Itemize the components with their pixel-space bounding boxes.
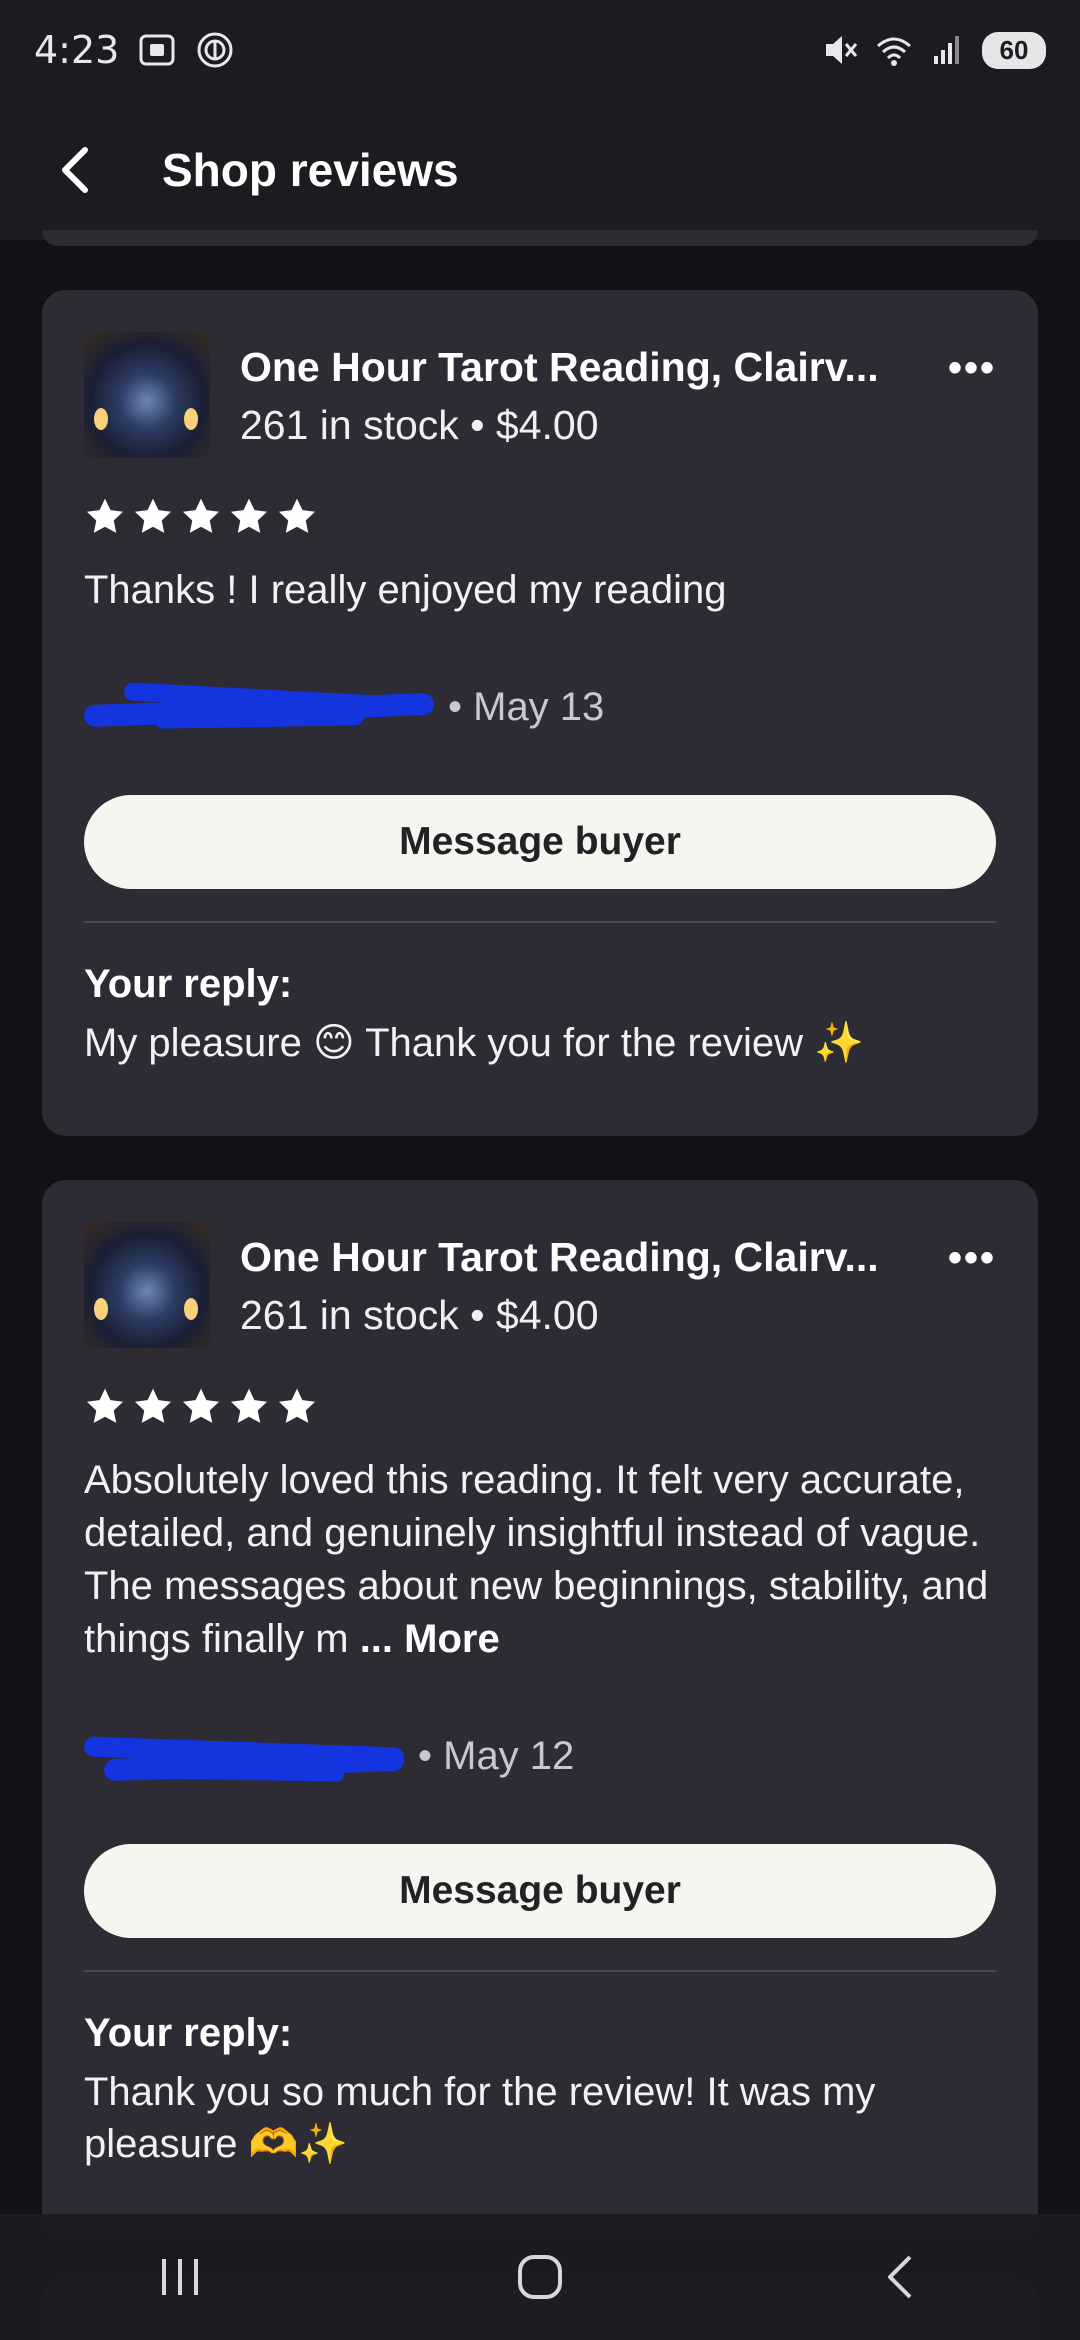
home-icon [518,2255,562,2299]
review-text: Thanks ! I really enjoyed my reading [84,568,727,612]
listing-thumbnail [84,1222,210,1348]
redacted-reviewer-name [83,682,444,729]
review-text: Absolutely loved this reading. It felt v… [84,1454,996,1666]
star-icon [182,1388,220,1423]
star-icon [230,498,268,533]
star-icon [134,1388,172,1423]
more-options-button[interactable]: ••• [948,346,996,391]
more-link[interactable]: ... More [360,1617,500,1661]
star-icon [86,498,124,533]
divider [84,921,996,923]
star-icon [134,498,172,533]
wifi-icon [877,37,911,66]
star-icon [86,1388,124,1423]
signal-icon [934,36,959,64]
listing-title: One Hour Tarot Reading, Clairv... [240,1234,879,1280]
message-buyer-button[interactable]: Message buyer [84,795,996,889]
star-rating [84,496,996,538]
reply-text: My pleasure 😊 Thank you for the review ✨ [84,1021,864,1065]
home-button[interactable] [480,2237,600,2317]
page-title: Shop reviews [162,144,459,196]
previous-review-card [42,230,1038,246]
listing-title: One Hour Tarot Reading, Clairv... [240,344,879,390]
listing-thumbnail [84,332,210,458]
star-rating [84,1386,996,1428]
listing-summary[interactable]: One Hour Tarot Reading, Clairv... 261 in… [84,1222,996,1348]
star-icon [278,1388,316,1423]
battery-indicator: 60 [982,31,1046,69]
nfc-icon [197,32,233,68]
listing-meta: 261 in stock • $4.00 [240,1292,599,1338]
message-buyer-button[interactable]: Message buyer [84,1844,996,1938]
reviewer-line: • May 13 [83,679,996,735]
reviewer-line: • May 12 [83,1728,996,1784]
more-options-button[interactable]: ••• [948,1236,996,1281]
listing-meta: 261 in stock • $4.00 [240,402,599,448]
reply-label: Your reply: [84,962,293,1006]
reply-text: Thank you so much for the review! It was… [84,2070,876,2166]
back-button[interactable] [0,100,150,240]
recent-apps-icon [162,2259,198,2295]
mute-icon [826,36,858,64]
reply-label: Your reply: [84,2011,293,2055]
system-back-icon [888,2255,912,2299]
screenshot-icon [139,34,175,66]
star-icon [182,498,220,533]
review-date: • May 13 [448,684,605,729]
review-date: • May 12 [418,1733,575,1778]
listing-summary[interactable]: One Hour Tarot Reading, Clairv... 261 in… [84,332,996,458]
star-icon [230,1388,268,1423]
star-icon [278,498,316,533]
status-bar: 4:23 60 [0,0,1080,100]
system-nav-bar [0,2214,1080,2340]
status-time: 4:23 [34,28,120,72]
review-text-body: Absolutely loved this reading. It felt v… [84,1458,989,1661]
review-card: One Hour Tarot Reading, Clairv... 261 in… [42,1180,1038,2240]
recent-apps-button[interactable] [120,2237,240,2317]
app-bar: Shop reviews [0,100,1080,240]
back-arrow-icon [62,147,88,193]
system-back-button[interactable] [840,2237,960,2317]
divider [84,1970,996,1972]
review-card: One Hour Tarot Reading, Clairv... 261 in… [42,290,1038,1136]
redacted-reviewer-name [83,1736,414,1782]
